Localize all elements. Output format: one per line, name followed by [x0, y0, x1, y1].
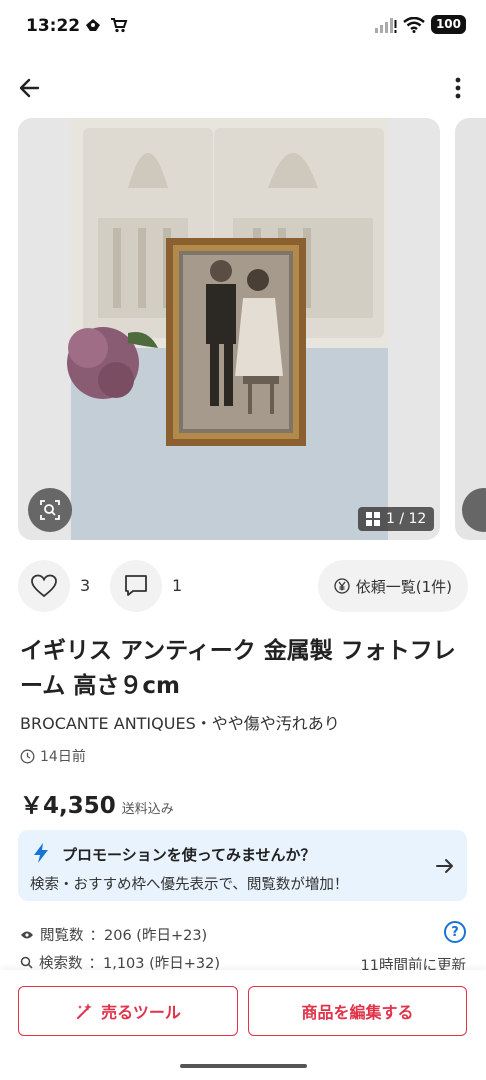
image-search-icon — [40, 500, 60, 520]
product-image-carousel[interactable] — [18, 118, 440, 540]
heart-icon — [31, 574, 57, 598]
help-icon[interactable]: ? — [444, 921, 466, 943]
yen-circle-icon — [334, 578, 350, 594]
image-counter-text: 1 / 12 — [386, 511, 427, 527]
eye-icon — [21, 931, 33, 938]
request-list-button[interactable]: 依頼一覧(1件) — [317, 560, 468, 612]
posted-time-text: 14日前 — [40, 749, 86, 765]
price: ￥4,350 — [20, 793, 116, 819]
search-icon — [20, 956, 33, 969]
image-counter: 1 / 12 — [358, 507, 435, 531]
edit-item-button[interactable]: 商品を編集する — [248, 986, 467, 1036]
bottom-action-bar: 売るツール 商品を編集する — [0, 970, 486, 1080]
comment-count: 1 — [172, 576, 183, 595]
promotion-card[interactable]: プロモーションを使ってみませんか？ 検索・おすすめ枠へ優先表示で、閲覧数が増加！ — [18, 830, 467, 901]
request-list-label: 依頼一覧(1件) — [355, 577, 452, 596]
image-search-button[interactable] — [28, 488, 72, 532]
product-photo — [18, 118, 440, 540]
promotion-title: プロモーションを使ってみませんか？ — [62, 846, 316, 864]
more-vertical-icon — [455, 77, 461, 99]
status-icons-right: 100 — [374, 15, 466, 34]
status-bar: 13:22 100 — [0, 0, 486, 54]
like-button[interactable] — [18, 560, 70, 612]
status-time: 13:22 — [26, 16, 81, 36]
item-title: イギリス アンティーク 金属製 フォトフレーム 高さ９cm — [20, 638, 456, 699]
sell-tools-label: 売るツール — [101, 1003, 181, 1022]
wifi-icon — [403, 16, 425, 33]
price-line: ￥4,350 送料込み — [20, 786, 174, 820]
like-count: 3 — [80, 576, 91, 595]
comment-icon — [125, 575, 147, 596]
view-count-label: 閲覧数 — [40, 928, 84, 944]
edit-item-label: 商品を編集する — [301, 1003, 414, 1022]
view-count-value: ：206 (昨日+23) — [89, 928, 208, 944]
magic-wand-icon — [77, 1003, 93, 1019]
cart-icon — [111, 18, 128, 33]
lightning-icon — [34, 843, 48, 863]
promotion-description: 検索・おすすめ枠へ優先表示で、閲覧数が増加！ — [30, 877, 349, 893]
top-nav — [0, 62, 486, 112]
grid-icon — [366, 512, 380, 526]
arrow-left-icon — [19, 78, 40, 98]
engagement-row: 3 1 依頼一覧(1件) — [18, 560, 468, 612]
notification-icon — [86, 19, 100, 31]
next-image-preview[interactable] — [455, 118, 486, 540]
signal-icon — [374, 17, 397, 33]
view-count: 閲覧数 ：206 (昨日+23) — [20, 924, 207, 945]
more-menu-button[interactable] — [448, 74, 468, 102]
comment-button[interactable] — [110, 560, 162, 612]
back-button[interactable] — [16, 74, 44, 102]
sell-tools-button[interactable]: 売るツール — [18, 986, 238, 1036]
battery-icon: 100 — [430, 15, 466, 34]
shipping-note: 送料込み — [121, 802, 174, 817]
clock-icon — [20, 749, 35, 763]
status-icons-left — [84, 17, 128, 33]
arrow-right-icon — [436, 859, 453, 873]
home-indicator[interactable] — [180, 1064, 307, 1068]
posted-time: 14日前 — [20, 746, 86, 766]
seller-condition: BROCANTE ANTIQUES・やや傷や汚れあり — [20, 714, 340, 733]
